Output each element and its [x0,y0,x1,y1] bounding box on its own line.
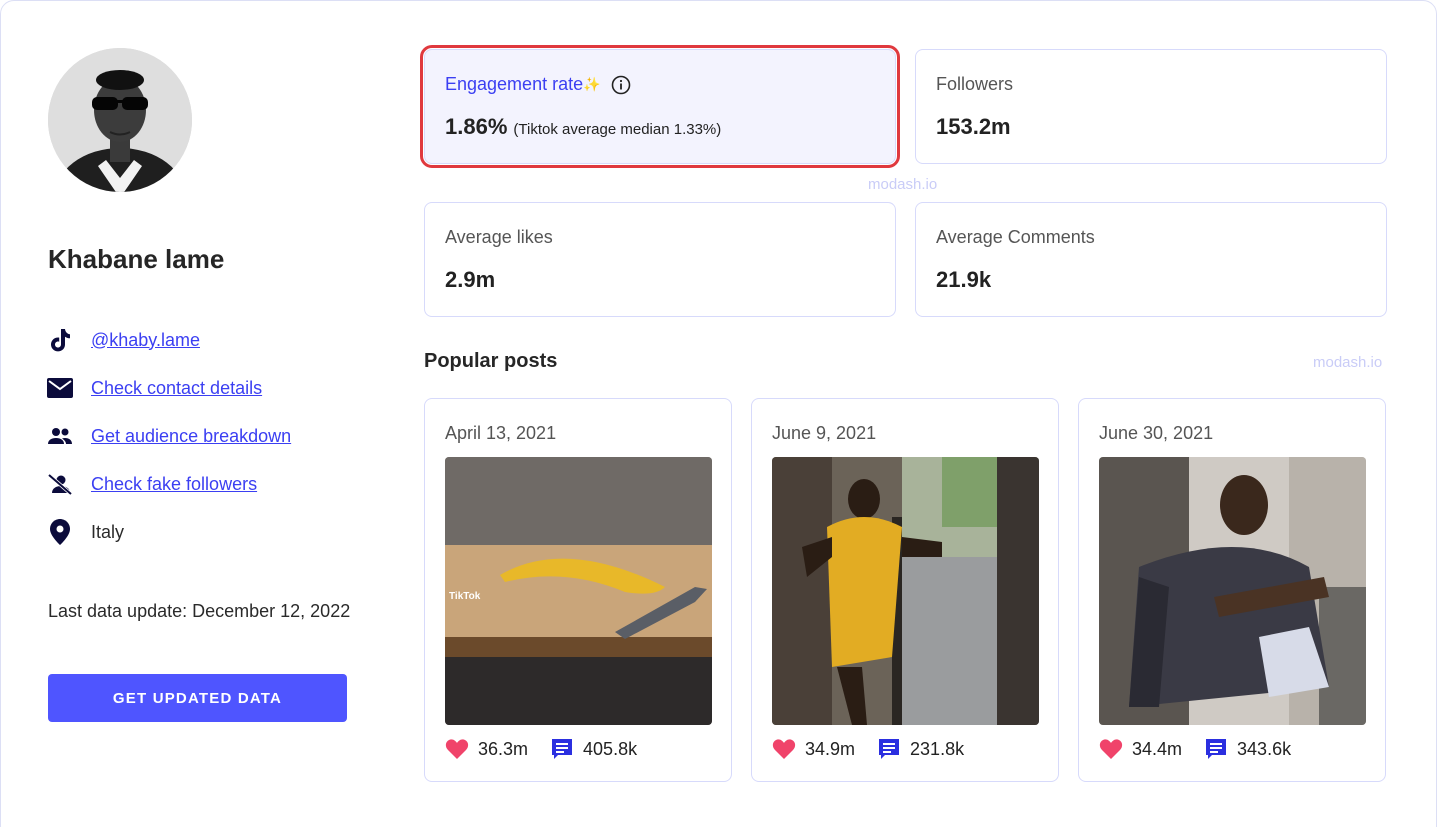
fake-followers-icon [46,470,74,498]
average-likes-value: 2.9m [445,267,496,292]
get-updated-data-button[interactable]: GET UPDATED DATA [48,674,347,722]
heart-icon [445,739,469,759]
post-stats: 36.3m 405.8k [445,737,637,761]
comment-icon [1206,739,1227,759]
post-likes: 34.9m [805,738,856,759]
engagement-rate-title: Engagement rate [445,74,584,94]
followers-card: Followers 153.2m [915,49,1387,164]
post-card[interactable]: June 30, 2021 34.4m 343.6k [1078,398,1386,782]
post-likes: 34.4m [1132,738,1183,759]
post-comments: 405.8k [583,738,638,759]
tiktok-watermark: TikTok [449,591,481,602]
watermark: modash.io [1313,354,1383,371]
tiktok-icon [46,326,74,354]
info-icon[interactable] [611,75,631,95]
post-comments: 231.8k [910,738,965,759]
average-comments-label: Average Comments [936,227,1095,247]
post-card[interactable]: June 9, 2021 34.9m 231.8k [751,398,1059,782]
average-comments-value: 21.9k [936,267,992,292]
average-likes-label: Average likes [445,227,553,247]
post-thumbnail[interactable] [772,457,1039,725]
mail-icon [46,374,74,402]
audience-breakdown-row[interactable]: Get audience breakdown [46,412,291,460]
post-thumbnail[interactable]: TikTok [445,457,712,725]
comment-icon [879,739,900,759]
heart-icon [772,739,796,759]
post-thumbnail[interactable] [1099,457,1366,725]
post-date: April 13, 2021 [445,423,557,443]
location-row: Italy [46,508,291,556]
post-comments: 343.6k [1237,738,1292,759]
post-likes: 36.3m [478,738,529,759]
watermark: modash.io [868,176,938,193]
engagement-rate-value: 1.86% [445,114,508,139]
heart-icon [1099,739,1123,759]
tiktok-handle-link[interactable]: @khaby.lame [91,330,200,351]
post-date: June 30, 2021 [1099,423,1214,443]
audience-breakdown-link[interactable]: Get audience breakdown [91,426,291,447]
contact-details-row[interactable]: Check contact details [46,364,291,412]
engagement-rate-card: Engagement rate ✨ 1.86% (Tiktok average … [420,45,900,168]
fake-followers-link[interactable]: Check fake followers [91,474,257,495]
followers-label: Followers [936,74,1014,94]
average-comments-card: Average Comments 21.9k [915,202,1387,317]
avatar [48,48,192,192]
profile-links: @khaby.lame Check contact details Get au… [46,316,291,556]
last-data-update: Last data update: December 12, 2022 [48,601,351,621]
engagement-rate-label: Engagement rate ✨ [445,74,631,95]
profile-name: Khabane lame [48,244,225,274]
engagement-rate-note: (Tiktok average median 1.33%) [513,121,722,138]
post-stats: 34.4m 343.6k [1099,737,1291,761]
tiktok-handle-row[interactable]: @khaby.lame [46,316,291,364]
engagement-rate-value-row: 1.86% (Tiktok average median 1.33%) [445,114,721,140]
post-stats: 34.9m 231.8k [772,737,964,761]
location-label: Italy [91,521,125,542]
people-icon [46,422,74,450]
average-likes-card: Average likes 2.9m [424,202,896,317]
post-card[interactable]: April 13, 2021 TikTok 36.3m 405.8k [424,398,732,782]
sparkle-icon: ✨ [583,76,601,92]
post-date: June 9, 2021 [772,423,877,443]
location-pin-icon [46,518,74,546]
comment-icon [552,739,573,759]
followers-value: 153.2m [936,114,1011,139]
popular-posts-title: Popular posts [424,350,558,372]
contact-details-link[interactable]: Check contact details [91,378,262,399]
fake-followers-row[interactable]: Check fake followers [46,460,291,508]
